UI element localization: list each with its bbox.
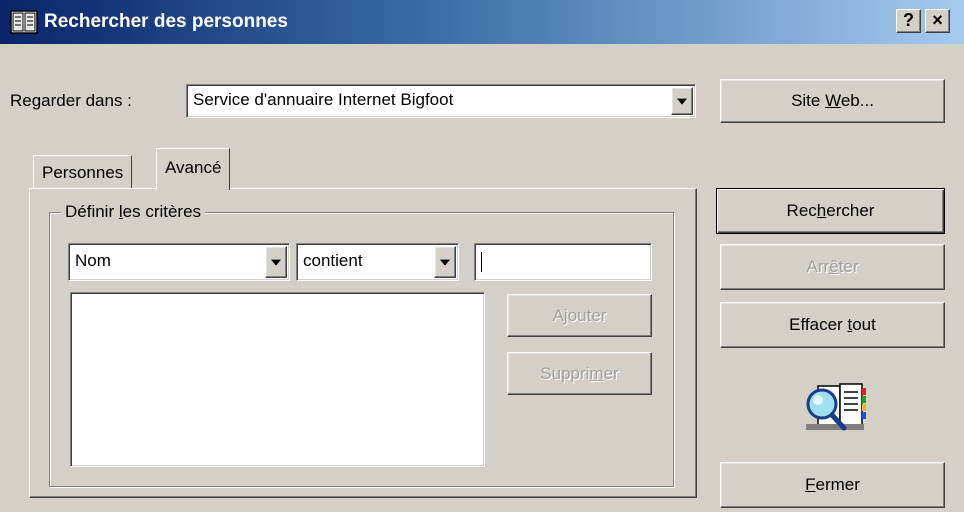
tab-avance[interactable]: Avancé: [156, 148, 231, 190]
criteria-value-input[interactable]: [474, 243, 652, 281]
clear-all-button[interactable]: Effacer tout: [720, 302, 945, 348]
close-button[interactable]: Fermer: [720, 462, 945, 508]
tab-personnes[interactable]: Personnes: [33, 155, 133, 189]
website-button-label: Site Web...: [791, 91, 874, 110]
search-button[interactable]: Rechercher: [716, 188, 945, 234]
window-title: Rechercher des personnes: [44, 11, 288, 32]
address-book-icon: [10, 10, 38, 34]
search-button-label: Rechercher: [786, 201, 875, 220]
chevron-down-icon: [271, 259, 281, 266]
remove-criteria-button[interactable]: Supprimer: [507, 352, 652, 395]
clear-all-button-label: Effacer tout: [789, 315, 876, 334]
close-window-button[interactable]: ×: [925, 9, 950, 33]
add-button-label: Ajouter: [552, 305, 607, 325]
website-button[interactable]: Site Web...: [720, 79, 945, 123]
tab-personnes-label: Personnes: [42, 163, 124, 182]
stop-button-label: Arrêter: [806, 257, 859, 276]
chevron-down-icon: [677, 98, 687, 105]
look-in-label-text: Regarder dans :: [10, 91, 132, 110]
chevron-down-icon: [440, 259, 450, 266]
look-in-dropdown-arrow[interactable]: [671, 87, 693, 115]
field-select[interactable]: Nom: [68, 243, 290, 281]
help-button[interactable]: ?: [896, 9, 921, 33]
operator-select-dropdown-arrow[interactable]: [434, 246, 456, 278]
operator-select[interactable]: contient: [296, 243, 459, 281]
look-in-selected-value: Service d'annuaire Internet Bigfoot: [193, 90, 454, 109]
remove-button-label: Supprimer: [540, 363, 619, 383]
criteria-legend: Définir les critères: [61, 201, 206, 223]
look-in-select[interactable]: Service d'annuaire Internet Bigfoot: [186, 84, 696, 118]
operator-select-value: contient: [303, 251, 363, 270]
address-book-magnifier-icon: [806, 383, 866, 431]
text-caret: [481, 251, 482, 272]
look-in-label: Regarder dans :: [10, 86, 132, 116]
close-button-label: Fermer: [805, 475, 860, 494]
field-select-dropdown-arrow[interactable]: [265, 246, 287, 278]
title-bar[interactable]: Rechercher des personnes ? ×: [0, 0, 964, 44]
tab-avance-label: Avancé: [165, 158, 222, 177]
criteria-list[interactable]: [70, 292, 485, 467]
stop-button[interactable]: Arrêter: [720, 244, 945, 290]
add-criteria-button[interactable]: Ajouter: [507, 294, 652, 337]
field-select-value: Nom: [75, 251, 111, 270]
